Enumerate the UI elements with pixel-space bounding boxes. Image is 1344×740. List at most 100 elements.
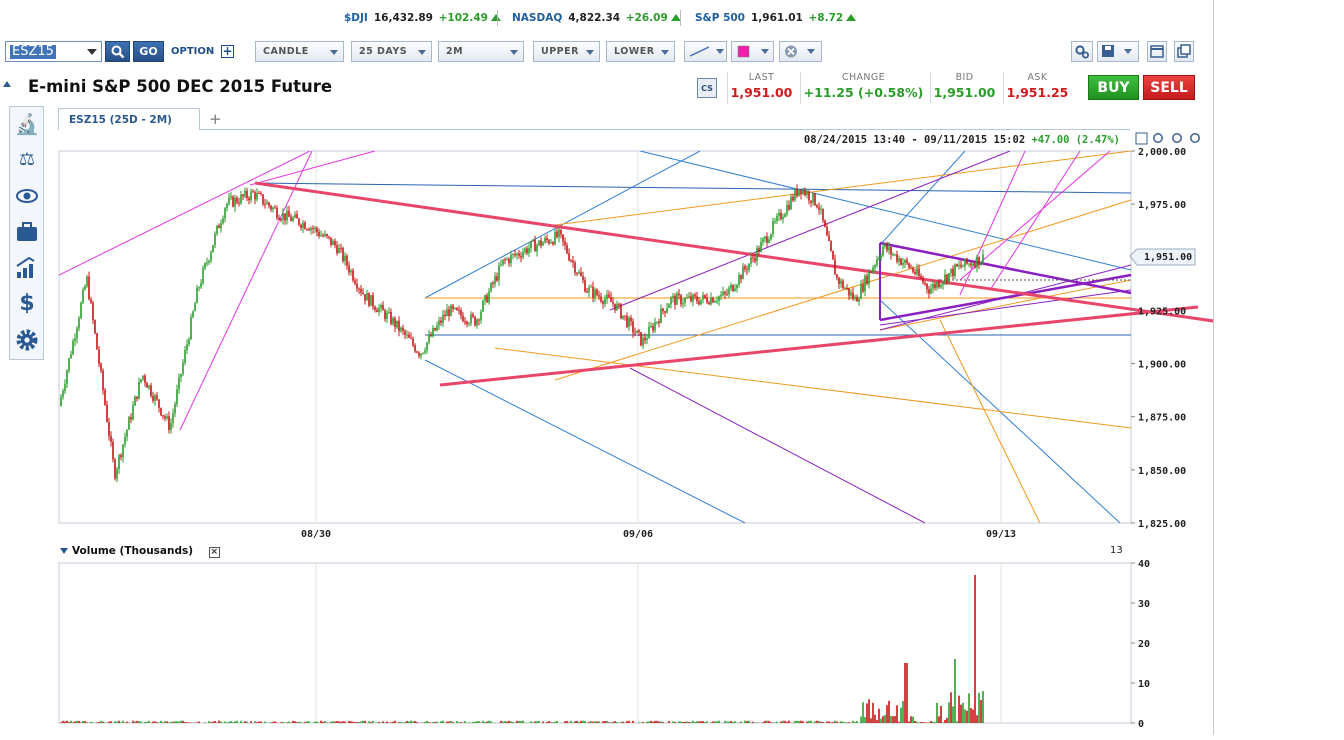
collapse-icon[interactable] — [60, 548, 68, 554]
zoom-reset-icon[interactable] — [1191, 134, 1199, 142]
volume-bar — [574, 721, 576, 723]
volume-bar — [154, 721, 156, 723]
candle-body — [512, 254, 514, 255]
popout-button[interactable] — [1174, 41, 1194, 62]
volume-bar — [178, 722, 180, 723]
candle-body — [690, 296, 692, 301]
option-label[interactable]: OPTION — [171, 46, 214, 57]
candle-body — [176, 389, 178, 404]
volume-bar — [212, 722, 214, 723]
candle-body — [630, 318, 632, 322]
chevron-down-icon[interactable] — [87, 49, 97, 55]
zoom-fit-icon[interactable] — [1136, 133, 1147, 144]
volume-bar — [446, 722, 448, 723]
volume-bar — [166, 721, 168, 723]
candle-body — [450, 305, 452, 316]
price-tick-label: 1,925.00 — [1138, 306, 1186, 317]
candle-body — [280, 219, 282, 220]
candle-body — [124, 437, 126, 444]
candle-body — [676, 294, 678, 305]
candle-body — [714, 301, 716, 302]
volume-bar — [744, 721, 746, 723]
candle-body — [812, 193, 814, 202]
candle-body — [790, 197, 792, 209]
chevron-down-icon — [586, 50, 594, 55]
period-select[interactable]: 25 DAYS — [351, 41, 432, 62]
volume-bar — [896, 705, 898, 723]
volume-bar — [888, 701, 890, 723]
go-button[interactable]: GO — [133, 41, 164, 62]
volume-bar — [916, 722, 918, 723]
candle-body — [240, 195, 242, 204]
zoom-out-icon[interactable] — [1173, 134, 1181, 142]
candle-body — [640, 332, 642, 345]
volume-bar — [378, 722, 380, 723]
volume-bar — [440, 721, 442, 723]
candle-body — [542, 242, 544, 245]
zoom-controls[interactable] — [1136, 133, 1199, 144]
volume-bar — [762, 722, 764, 723]
candle-body — [72, 341, 74, 354]
zoom-in-icon[interactable] — [1154, 134, 1162, 142]
candle-body — [928, 289, 930, 293]
collapse-icon[interactable] — [3, 81, 11, 87]
ticker-sp500[interactable]: S&P 5001,961.01 +8.72 — [695, 12, 856, 24]
buy-button[interactable]: BUY — [1088, 75, 1139, 100]
chart-type-select[interactable]: CANDLE — [255, 41, 344, 62]
delete-drawings-select[interactable] — [779, 41, 822, 62]
tab-esz15[interactable]: ESZ15 (25D - 2M) — [58, 108, 200, 130]
volume-bar — [472, 722, 474, 723]
candle-body — [186, 344, 188, 350]
save-select[interactable] — [1097, 41, 1139, 62]
window-button[interactable] — [1147, 41, 1167, 62]
candle-body — [570, 260, 572, 261]
volume-bar — [948, 702, 950, 723]
color-select[interactable] — [731, 41, 774, 62]
plus-icon[interactable]: + — [221, 45, 234, 58]
volume-bar — [68, 722, 70, 723]
volume-bar — [458, 722, 460, 723]
app-window: $DJI16,432.89 +102.49 NASDAQ4,822.34 +26… — [0, 0, 1214, 735]
candle-body — [424, 351, 426, 353]
settings-button[interactable] — [1071, 41, 1093, 62]
volume-bar — [416, 722, 418, 723]
search-button[interactable] — [105, 41, 130, 62]
interval-select[interactable]: 2M — [438, 41, 524, 62]
lower-indicator-select[interactable]: LOWER — [606, 41, 675, 62]
contract-specs-icon[interactable]: CS — [697, 78, 717, 98]
date-tick-label: 08/30 — [301, 529, 331, 540]
upper-indicator-select[interactable]: UPPER — [533, 41, 600, 62]
candle-body — [168, 416, 170, 430]
candle-body — [536, 245, 538, 252]
price-axis: 2,000.001,975.001,925.001,900.001,875.00… — [1131, 147, 1186, 530]
draw-line-select[interactable] — [684, 41, 727, 62]
volume-bar — [656, 721, 658, 723]
symbol-input[interactable]: ESZ15 — [5, 41, 102, 62]
close-icon[interactable]: × — [209, 547, 220, 558]
volume-bar — [172, 722, 174, 723]
volume-bar — [468, 722, 470, 723]
symbol-value: ESZ15 — [10, 45, 56, 59]
last-label: LAST — [728, 72, 795, 83]
volume-bar — [928, 722, 930, 723]
candle-body — [716, 301, 718, 302]
candle-body — [150, 385, 152, 395]
candle-body — [284, 213, 286, 220]
ticker-nasdaq[interactable]: NASDAQ4,822.34 +26.09 — [512, 12, 681, 24]
candle-body — [978, 257, 980, 265]
add-tab-icon[interactable]: + — [209, 110, 222, 128]
volume-bar — [486, 722, 488, 723]
candle-body — [804, 190, 806, 195]
candle-body — [500, 265, 502, 266]
volume-bar — [136, 721, 138, 723]
candle-body — [344, 256, 346, 261]
volume-bar — [594, 721, 596, 723]
ticker-dji[interactable]: $DJI16,432.89 +102.49 — [344, 12, 501, 24]
sell-button[interactable]: SELL — [1143, 75, 1195, 100]
volume-bar — [460, 722, 462, 723]
candle-body — [356, 284, 358, 289]
volume-bar — [204, 722, 206, 723]
candle-body — [828, 236, 830, 241]
candle-body — [454, 308, 456, 309]
candle-body — [464, 321, 466, 322]
